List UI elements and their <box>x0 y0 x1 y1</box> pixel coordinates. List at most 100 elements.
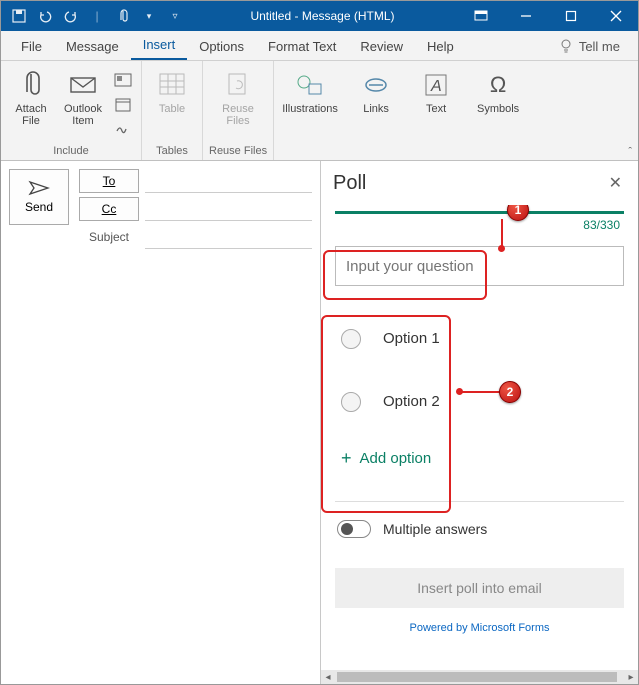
illustrations-button[interactable]: Illustrations <box>280 65 340 115</box>
horizontal-scrollbar[interactable]: ◂ ▸ <box>321 670 638 684</box>
annotation-line-1 <box>501 219 503 247</box>
quick-access-toolbar: | ▾ ▿ <box>1 4 187 28</box>
undo-icon[interactable] <box>33 4 57 28</box>
redo-icon[interactable] <box>59 4 83 28</box>
symbols-label: Symbols <box>477 103 519 115</box>
close-pane-icon[interactable]: ✕ <box>605 169 626 197</box>
table-button[interactable]: Table <box>148 65 196 115</box>
ribbon-display-icon[interactable] <box>458 1 503 31</box>
question-input[interactable] <box>335 246 624 286</box>
collapse-ribbon-icon[interactable]: ˆ <box>628 146 632 158</box>
divider <box>335 501 624 502</box>
annotation-dot-1 <box>498 245 505 252</box>
tab-review[interactable]: Review <box>348 33 415 60</box>
tab-options[interactable]: Options <box>187 33 256 60</box>
group-text: A Text <box>406 61 466 160</box>
poll-card: 83/330 Option 1 Option 2 + Add option <box>335 211 624 634</box>
option-label[interactable]: Option 1 <box>373 324 618 353</box>
tab-insert[interactable]: Insert <box>131 31 188 60</box>
tab-help[interactable]: Help <box>415 33 466 60</box>
include-small-buttons <box>111 65 135 139</box>
reuse-files-button[interactable]: Reuse Files <box>214 65 262 127</box>
subject-field[interactable] <box>145 225 312 249</box>
radio-icon[interactable] <box>341 329 361 349</box>
tab-file[interactable]: File <box>9 33 54 60</box>
symbols-button[interactable]: Ω Symbols <box>472 65 524 115</box>
powered-by-link[interactable]: Powered by Microsoft Forms <box>335 622 624 634</box>
table-icon <box>156 69 188 101</box>
group-include-label: Include <box>53 143 88 160</box>
ribbon: Attach File Outlook Item Include Table T… <box>1 61 638 161</box>
attach-file-label: Attach File <box>15 103 46 127</box>
multiple-answers-label: Multiple answers <box>383 521 487 537</box>
group-include: Attach File Outlook Item Include <box>1 61 142 160</box>
attach-icon[interactable] <box>111 4 135 28</box>
illustrations-label: Illustrations <box>282 103 338 115</box>
table-label: Table <box>159 103 185 115</box>
save-icon[interactable] <box>7 4 31 28</box>
poll-title: Poll <box>333 172 366 195</box>
subject-label: Subject <box>79 230 139 244</box>
window-title: Untitled - Message (HTML) <box>187 9 458 23</box>
outlook-item-button[interactable]: Outlook Item <box>59 65 107 127</box>
cc-button[interactable]: Cc <box>79 197 139 221</box>
tab-message[interactable]: Message <box>54 33 131 60</box>
cc-field[interactable] <box>145 197 312 221</box>
annotation-callout-2: 2 <box>499 381 521 403</box>
reuse-files-icon <box>222 69 254 101</box>
group-illustrations-spacer <box>309 143 312 160</box>
group-illustrations: Illustrations <box>274 61 346 160</box>
qat-separator: | <box>85 4 109 28</box>
envelope-icon <box>67 69 99 101</box>
text-button[interactable]: A Text <box>412 65 460 115</box>
close-icon[interactable] <box>593 1 638 31</box>
qat-customize-icon[interactable]: ▿ <box>163 4 187 28</box>
send-button[interactable]: Send <box>9 169 69 225</box>
shapes-icon <box>294 69 326 101</box>
text-label: Text <box>426 103 446 115</box>
compose-pane: Send To Cc Subject <box>1 161 321 684</box>
outlook-item-label: Outlook Item <box>64 103 102 127</box>
insert-poll-button[interactable]: Insert poll into email <box>335 568 624 608</box>
svg-text:A: A <box>430 78 442 95</box>
group-links-spacer <box>375 143 378 160</box>
annotation-dot-2 <box>456 388 463 395</box>
calendar-icon[interactable] <box>111 93 135 115</box>
poll-body: 83/330 Option 1 Option 2 + Add option <box>321 205 638 684</box>
radio-icon[interactable] <box>341 392 361 412</box>
char-counter: 83/330 <box>335 218 624 232</box>
option-row[interactable]: Option 2 <box>335 379 624 424</box>
ribbon-tabs: File Message Insert Options Format Text … <box>1 31 638 61</box>
links-label: Links <box>363 103 389 115</box>
group-tables-label: Tables <box>156 143 188 160</box>
annotation-line-2 <box>461 391 501 393</box>
title-bar: | ▾ ▿ Untitled - Message (HTML) <box>1 1 638 31</box>
signature-icon[interactable] <box>111 117 135 139</box>
group-text-spacer <box>435 143 438 160</box>
send-label: Send <box>25 200 53 214</box>
maximize-icon[interactable] <box>548 1 593 31</box>
tell-me[interactable]: Tell me <box>549 32 630 60</box>
multiple-answers-toggle[interactable] <box>337 520 371 538</box>
to-button[interactable]: To <box>79 169 139 193</box>
scroll-left-icon[interactable]: ◂ <box>321 672 335 683</box>
tab-format-text[interactable]: Format Text <box>256 33 348 60</box>
send-icon <box>28 180 50 196</box>
paperclip-icon <box>15 69 47 101</box>
add-option-button[interactable]: + Add option <box>335 442 624 475</box>
minimize-icon[interactable] <box>503 1 548 31</box>
attach-file-button[interactable]: Attach File <box>7 65 55 127</box>
tell-me-label: Tell me <box>579 39 620 54</box>
to-field[interactable] <box>145 169 312 193</box>
option-row[interactable]: Option 1 <box>335 316 624 361</box>
poll-header: Poll ✕ <box>321 161 638 205</box>
qat-dropdown-icon[interactable]: ▾ <box>137 4 161 28</box>
scrollbar-thumb[interactable] <box>337 672 617 682</box>
links-button[interactable]: Links <box>352 65 400 115</box>
text-icon: A <box>420 69 452 101</box>
scroll-right-icon[interactable]: ▸ <box>624 672 638 683</box>
business-card-icon[interactable] <box>111 69 135 91</box>
poll-pane: Poll ✕ 83/330 Option 1 Option 2 + <box>321 161 638 684</box>
group-symbols-spacer <box>497 143 500 160</box>
add-option-label: Add option <box>360 450 432 467</box>
